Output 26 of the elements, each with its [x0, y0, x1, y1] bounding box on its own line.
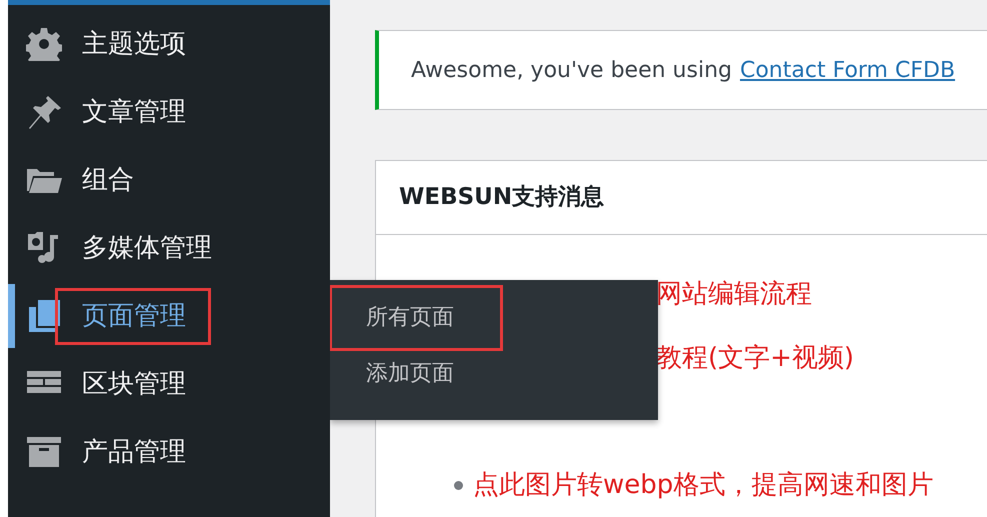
menu-label: 多媒体管理 — [82, 232, 212, 264]
archive-box-icon — [26, 435, 62, 469]
card-title: WEBSUN支持消息 — [376, 161, 987, 235]
sidebar-item[interactable]: 主题选项 — [8, 10, 330, 78]
sidebar-item[interactable]: 产品管理 — [8, 418, 330, 486]
sidebar-item[interactable]: 组合 — [8, 146, 330, 214]
menu-label: 文章管理 — [82, 96, 186, 128]
menu-label: 页面管理 — [58, 290, 208, 342]
pages-icon — [26, 299, 62, 333]
pin-icon — [26, 95, 62, 129]
support-link[interactable]: 点此图片转webp格式，提高网速和图片 — [473, 466, 934, 504]
active-indicator — [8, 284, 15, 348]
sidebar-item[interactable]: 多媒体管理 — [8, 214, 330, 282]
gear-icon — [26, 27, 62, 61]
notice-text: Awesome, you've been using — [411, 56, 732, 84]
bullet-icon — [454, 480, 463, 490]
plugin-link[interactable]: Contact Form CFDB — [740, 54, 956, 86]
menu-label: 主题选项 — [82, 28, 186, 60]
menu-label: 组合 — [82, 164, 134, 196]
sidebar-item[interactable]: 区块管理 — [8, 350, 330, 418]
support-link[interactable]: 教程(文字+视频) — [656, 343, 854, 373]
sidebar-item[interactable]: 页面管理 — [8, 282, 330, 350]
support-link[interactable]: 网站编辑流程 — [656, 279, 812, 309]
menu-label: 区块管理 — [82, 368, 186, 400]
menu-label: 产品管理 — [82, 436, 186, 468]
sidebar-item[interactable]: 文章管理 — [8, 78, 330, 146]
